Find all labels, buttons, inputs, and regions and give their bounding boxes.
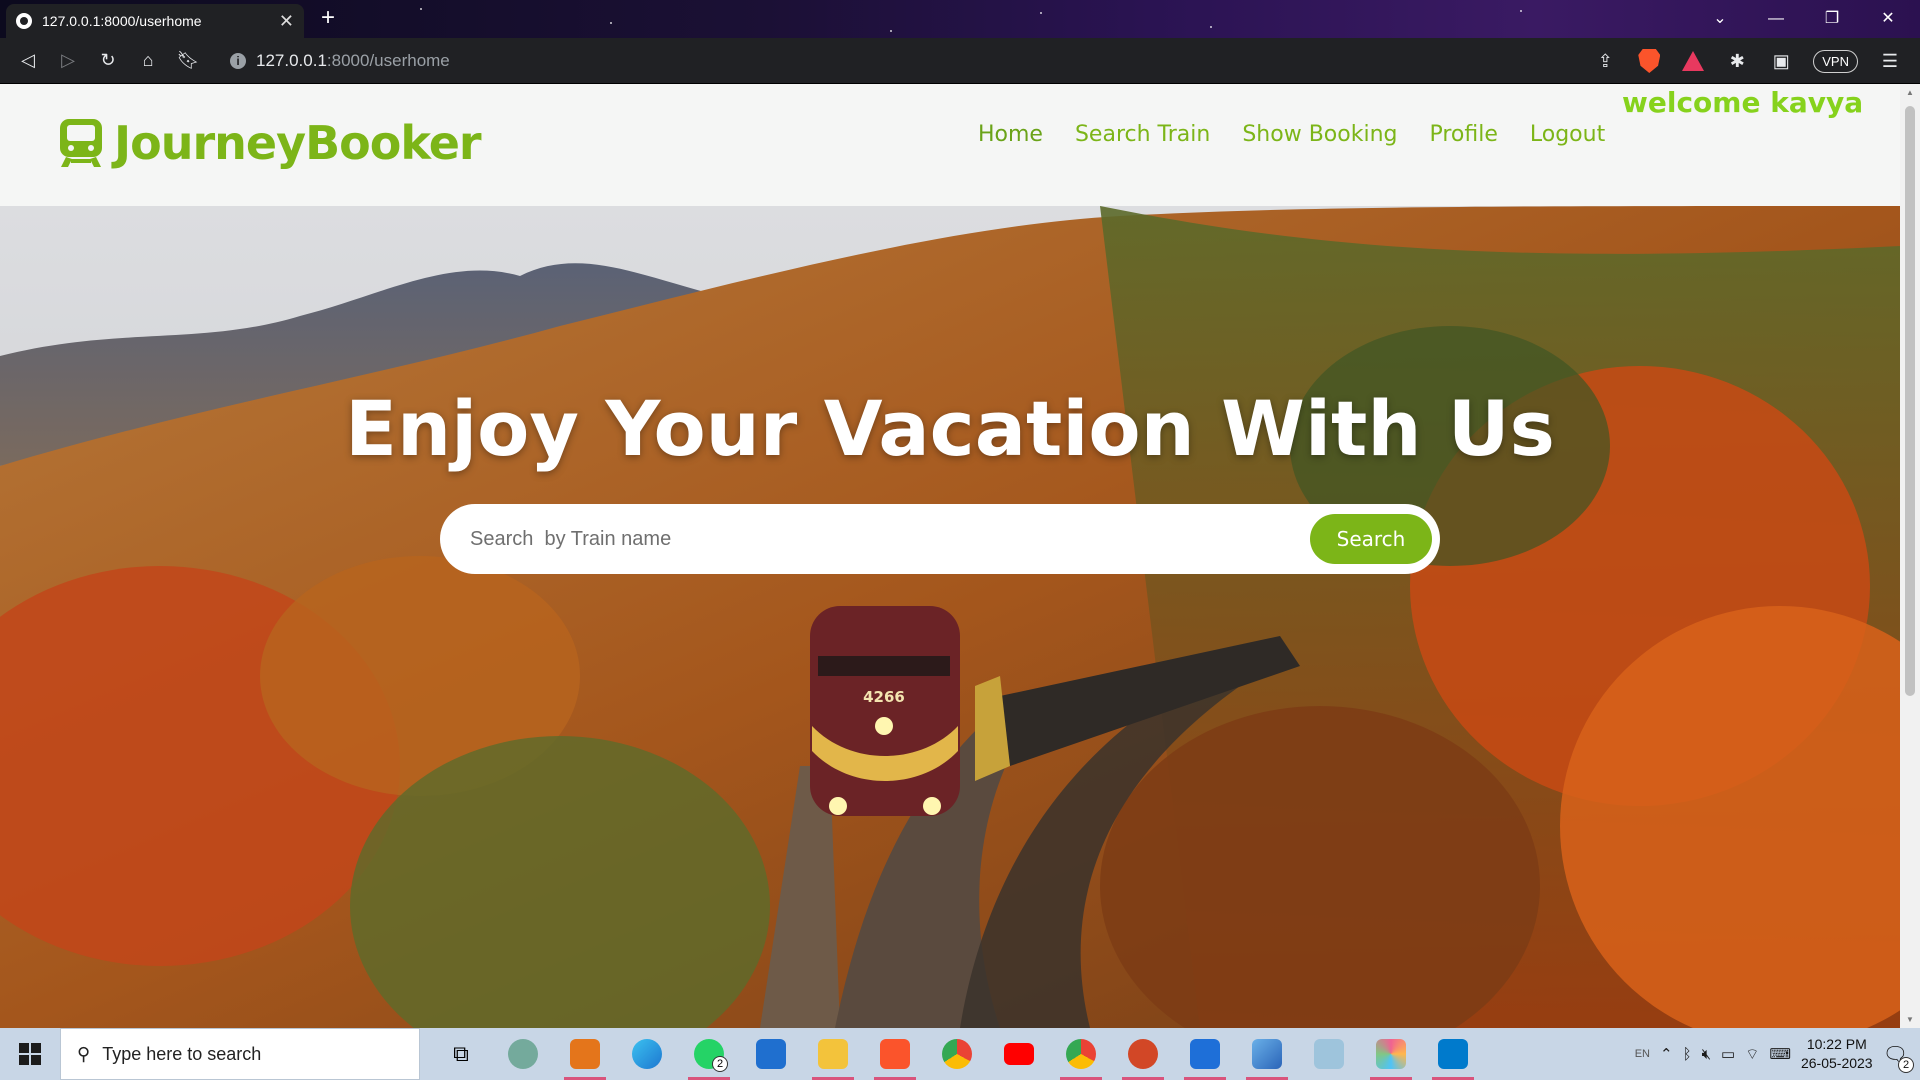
start-button[interactable]: [0, 1028, 60, 1080]
wifi-icon[interactable]: ⌔: [1745, 1045, 1759, 1064]
share-icon[interactable]: ⇪: [1585, 38, 1625, 84]
windows-taskbar: ⚲ Type here to search ⧉ 2 EN ⌃ ᛒ 🔇︎ ▭ ⌔ …: [0, 1028, 1920, 1080]
nav-show-booking[interactable]: Show Booking: [1242, 122, 1397, 147]
train-search-form: Search: [440, 504, 1440, 574]
new-tab-button[interactable]: +: [314, 5, 342, 33]
locomotive-number-label: 4266: [863, 688, 905, 706]
search-button[interactable]: Search: [1310, 514, 1432, 564]
brave-shields-icon[interactable]: [1629, 38, 1669, 84]
toolbar-right: ⇪ ✱ ▣ VPN ☰: [1585, 38, 1920, 84]
photos-icon[interactable]: [1236, 1028, 1298, 1080]
battery-icon[interactable]: ▭: [1721, 1045, 1735, 1063]
nav-home[interactable]: Home: [978, 122, 1043, 209]
search-icon: ⚲: [77, 1043, 91, 1064]
app-orange-icon[interactable]: [554, 1028, 616, 1080]
home-icon[interactable]: ⌂: [128, 38, 168, 84]
brave-browser-icon[interactable]: [864, 1028, 926, 1080]
chrome-profile-icon[interactable]: [1050, 1028, 1112, 1080]
browser-tab-strip: 127.0.0.1:8000/userhome ✕ + ⌄ — ❐ ✕: [0, 0, 1920, 38]
whatsapp-app-icon[interactable]: 2: [678, 1028, 740, 1080]
back-icon[interactable]: ◁: [8, 38, 48, 84]
language-indicator[interactable]: EN: [1635, 1048, 1650, 1060]
address-bar[interactable]: i 127.0.0.1:8000/userhome: [222, 44, 1602, 78]
forward-icon[interactable]: ▷: [48, 38, 88, 84]
brand[interactable]: JourneyBooker: [58, 116, 482, 170]
decor-star: [1520, 10, 1522, 12]
train-logo-icon: [60, 119, 102, 167]
globe-icon: [16, 13, 32, 29]
file-explorer-icon[interactable]: [802, 1028, 864, 1080]
brave-rewards-icon[interactable]: [1673, 38, 1713, 84]
hero-title: Enjoy Your Vacation With Us: [345, 384, 1555, 473]
wallet-icon[interactable]: ▣: [1761, 38, 1801, 84]
keyboard-icon[interactable]: ⌨: [1769, 1045, 1791, 1063]
scrollbar-thumb[interactable]: [1905, 106, 1915, 696]
bluetooth-icon[interactable]: ᛒ: [1683, 1046, 1692, 1063]
chatgpt-app-icon[interactable]: [492, 1028, 554, 1080]
extensions-icon[interactable]: ✱: [1717, 38, 1757, 84]
taskbar-apps: ⧉ 2: [430, 1028, 1484, 1080]
notification-center-icon[interactable]: 🗨︎ 2: [1883, 1042, 1914, 1073]
vpn-button[interactable]: VPN: [1813, 49, 1858, 73]
powerpoint-icon[interactable]: [1112, 1028, 1174, 1080]
decor-star: [1210, 26, 1212, 28]
scroll-down-icon[interactable]: ▼: [1906, 1015, 1914, 1024]
scroll-up-icon[interactable]: ▲: [1906, 88, 1914, 97]
bookmark-icon[interactable]: 🔖︎: [168, 38, 208, 84]
web-page: JourneyBooker welcome kavya Home Search …: [0, 84, 1900, 1028]
page-scrollbar[interactable]: ▲ ▼: [1900, 84, 1920, 1028]
youtube-icon[interactable]: [988, 1028, 1050, 1080]
app-colorful-icon[interactable]: [1360, 1028, 1422, 1080]
tab-title: 127.0.0.1:8000/userhome: [42, 13, 202, 29]
whatsapp-badge: 2: [712, 1056, 728, 1072]
train-search-input[interactable]: [470, 527, 1310, 551]
menu-icon[interactable]: ☰: [1870, 38, 1910, 84]
main-nav: Home Search Train Show Booking Profile L…: [978, 122, 1605, 209]
close-tab-icon[interactable]: ✕: [279, 12, 294, 30]
edge-browser-icon[interactable]: [616, 1028, 678, 1080]
welcome-message: welcome kavya: [1622, 86, 1864, 119]
browser-tab-active[interactable]: 127.0.0.1:8000/userhome ✕: [6, 4, 304, 38]
clock-date: 26-05-2023: [1800, 1055, 1873, 1071]
taskbar-search-box[interactable]: ⚲ Type here to search: [60, 1028, 420, 1080]
mail-icon[interactable]: [740, 1028, 802, 1080]
decor-star: [420, 8, 422, 10]
url-text[interactable]: 127.0.0.1:8000/userhome: [256, 51, 450, 71]
app-paper-icon[interactable]: [1298, 1028, 1360, 1080]
minimize-button[interactable]: —: [1748, 0, 1804, 38]
hero-background-scenery: 4266: [0, 206, 1900, 1028]
task-view-icon[interactable]: ⧉: [430, 1028, 492, 1080]
volume-muted-icon[interactable]: 🔇︎: [1702, 1046, 1711, 1063]
hero-section: 4266 Enjoy Your Vacation With Us Search: [0, 206, 1900, 1028]
chrome-icon[interactable]: [926, 1028, 988, 1080]
reload-icon[interactable]: ↻: [88, 38, 128, 84]
clock[interactable]: 10:22 PM 26-05-2023: [1801, 1035, 1873, 1073]
nav-search-train[interactable]: Search Train: [1075, 122, 1210, 147]
decor-star: [890, 30, 892, 32]
site-info-icon[interactable]: i: [230, 53, 246, 69]
decor-star: [1040, 12, 1042, 14]
windows-logo-icon: [19, 1043, 41, 1065]
brand-name: JourneyBooker: [114, 116, 482, 170]
clock-time: 10:22 PM: [1806, 1036, 1867, 1052]
app-blue-icon[interactable]: [1174, 1028, 1236, 1080]
nav-profile[interactable]: Profile: [1429, 122, 1497, 147]
notification-count: 2: [1898, 1056, 1914, 1073]
close-window-button[interactable]: ✕: [1860, 0, 1916, 38]
tab-search-chevron-icon[interactable]: ⌄: [1692, 0, 1748, 38]
taskbar-search-placeholder: Type here to search: [102, 1043, 262, 1064]
decor-star: [610, 22, 612, 24]
nav-logout[interactable]: Logout: [1530, 122, 1605, 147]
restore-button[interactable]: ❐: [1804, 0, 1860, 38]
site-navbar: JourneyBooker welcome kavya Home Search …: [0, 84, 1900, 209]
system-tray: EN ⌃ ᛒ 🔇︎ ▭ ⌔ ⌨ 10:22 PM 26-05-2023 🗨︎ 2: [1635, 1028, 1920, 1080]
chevron-up-icon[interactable]: ⌃: [1660, 1045, 1673, 1063]
vscode-icon[interactable]: [1422, 1028, 1484, 1080]
